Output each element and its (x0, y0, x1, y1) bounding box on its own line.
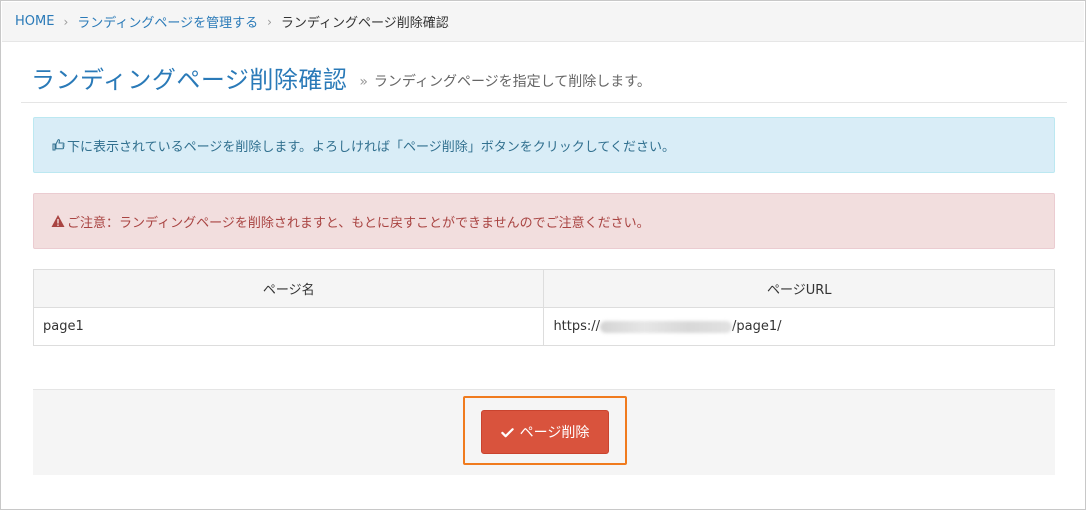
breadcrumb: HOME › ランディングページを管理する › ランディングページ削除確認 (2, 2, 1084, 42)
delete-page-button-label: ページ削除 (519, 425, 590, 441)
check-icon (500, 427, 514, 437)
column-header-page-url: ページURL (543, 269, 1055, 308)
breadcrumb-separator: › (63, 14, 69, 29)
breadcrumb-current: ランディングページ削除確認 (280, 16, 449, 31)
column-header-page-name: ページ名 (32, 269, 545, 308)
table-header-row: ページ名 ページURL (32, 269, 1055, 308)
page-header: ランディングページ削除確認 » ランディングページを指定して削除します。 (21, 53, 1067, 103)
redacted-domain (600, 320, 733, 333)
url-suffix: /page1/ (732, 319, 782, 334)
cell-page-name: page1 (32, 307, 545, 346)
action-bar: ページ削除 (33, 389, 1055, 475)
info-alert: 下に表示されているページを削除します。よろしければ「ページ削除」ボタンをクリック… (33, 117, 1055, 173)
delete-page-button[interactable]: ページ削除 (481, 410, 609, 454)
info-alert-text: 下に表示されているページを削除します。よろしければ「ページ削除」ボタンをクリック… (67, 139, 676, 155)
page-subtitle-text: ランディングページを指定して削除します。 (373, 73, 651, 90)
breadcrumb-separator: › (267, 14, 272, 29)
page-subtitle: » ランディングページを指定して削除します。 (359, 71, 651, 91)
cell-page-url: https:// /page1/ (543, 307, 1055, 346)
table-row: page1 https:// /page1/ (32, 307, 1055, 346)
danger-alert: ご注意：ランディングページを削除されますと、もとに戻すことができませんのでご注意… (33, 193, 1055, 249)
page-title: ランディングページ削除確認 (31, 66, 348, 94)
url-prefix: https:// (553, 319, 601, 334)
page-frame: HOME › ランディングページを管理する › ランディングページ削除確認 ラン… (0, 0, 1086, 510)
breadcrumb-manage-landing-pages[interactable]: ランディングページを管理する (77, 12, 258, 31)
breadcrumb-home[interactable]: HOME (15, 14, 54, 29)
danger-alert-text: ご注意：ランディングページを削除されますと、もとに戻すことができませんのでご注意… (67, 215, 650, 231)
warning-icon (51, 215, 65, 227)
page-table: ページ名 ページURL page1 https:// /page1/ (32, 269, 1055, 346)
hand-point-right-icon (52, 139, 65, 151)
raquo-icon: » (359, 73, 368, 90)
